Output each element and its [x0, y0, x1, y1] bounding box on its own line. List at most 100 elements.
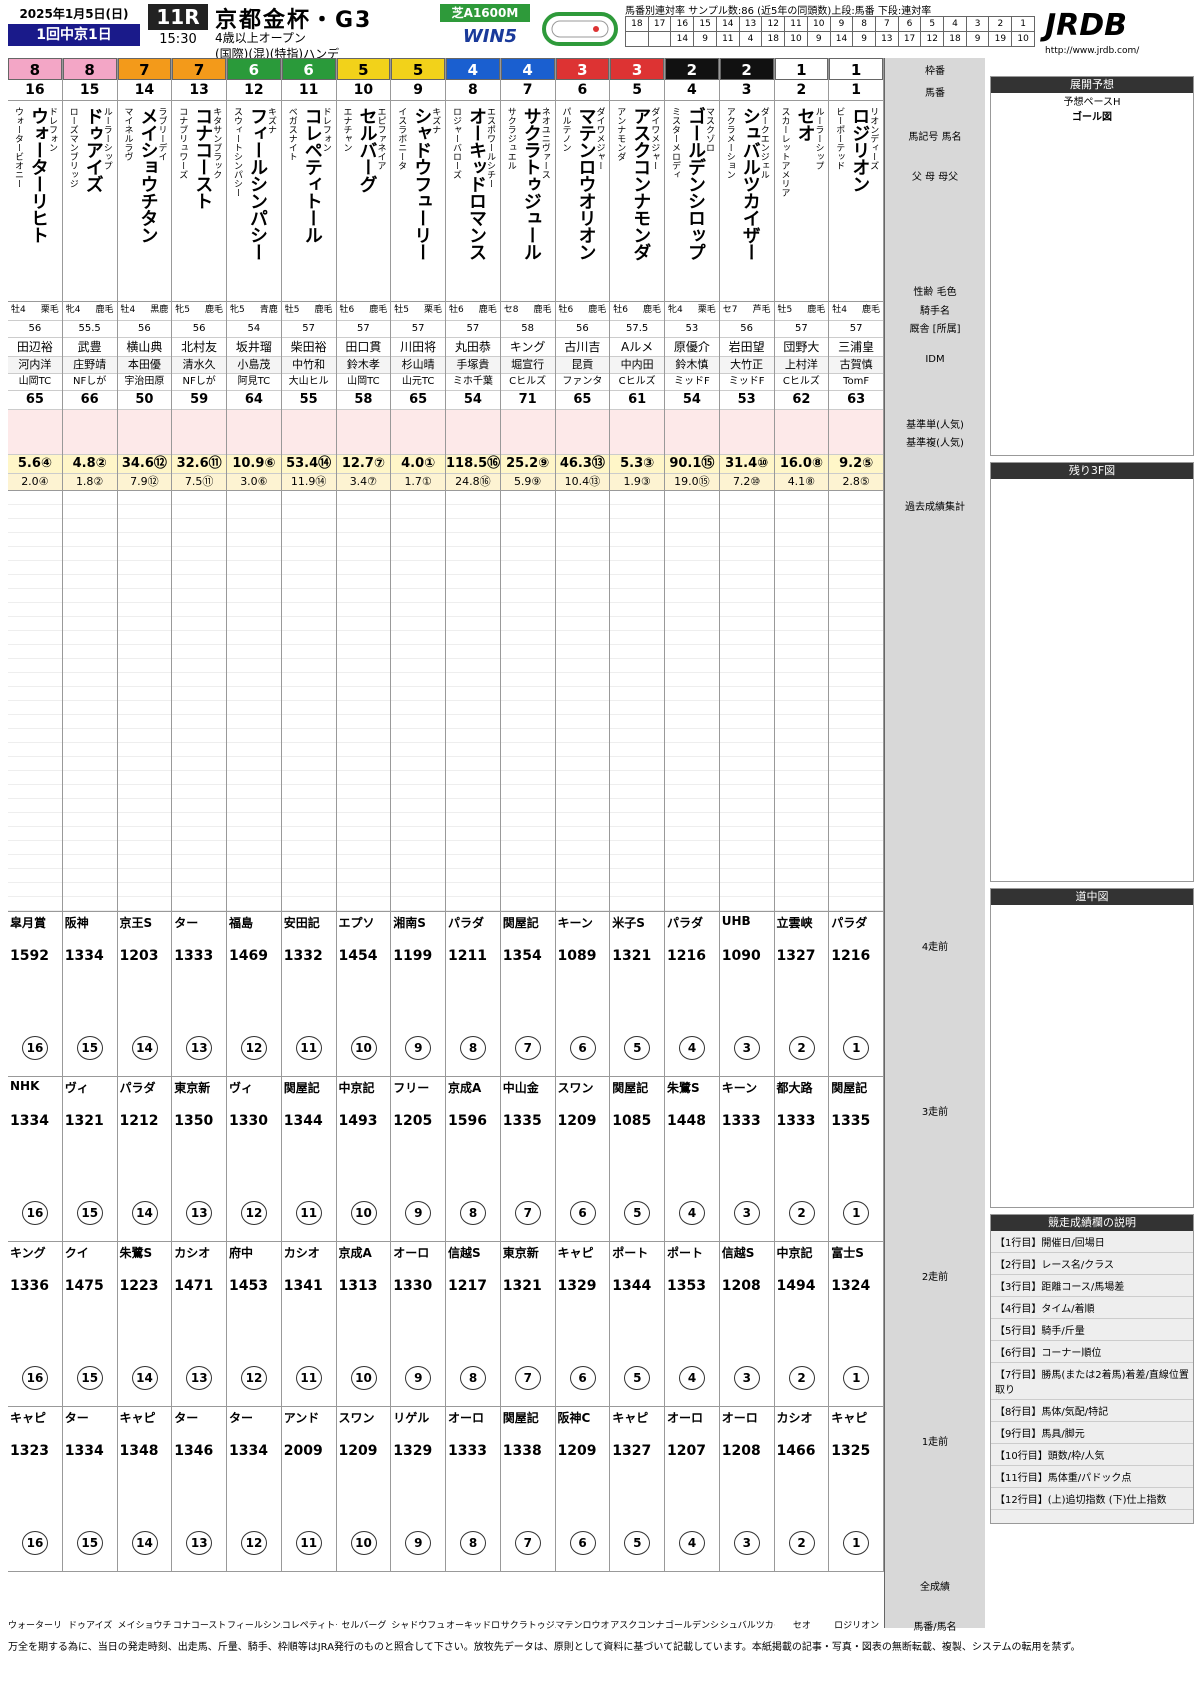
- jockey-name[interactable]: 川田将: [391, 338, 445, 357]
- jockey-name[interactable]: 柴田裕: [281, 338, 336, 357]
- sex-age: 牝4: [668, 305, 683, 315]
- past-stats-block: [62, 491, 117, 912]
- run-time: 1211: [448, 948, 487, 964]
- horse-name[interactable]: コナコースト: [189, 107, 215, 209]
- jockey-name[interactable]: 三浦皇: [829, 338, 883, 357]
- jockey-name[interactable]: 横山典: [117, 338, 172, 357]
- run-finish-badge: 1: [843, 1531, 870, 1555]
- base-odds-win: 46.3⑬: [555, 455, 610, 474]
- horse-name[interactable]: フィールシンパシー: [244, 107, 270, 260]
- horse-name[interactable]: シャドウフューリー: [408, 107, 434, 260]
- horse-name[interactable]: ロジリオン: [846, 107, 872, 192]
- horse-name[interactable]: ゴールデンシロップ: [682, 107, 708, 260]
- horse-name[interactable]: セルバーグ: [354, 107, 380, 192]
- horse-name[interactable]: アスクコンナモンダ: [627, 107, 653, 260]
- trainer-name[interactable]: 上村洋: [774, 357, 829, 374]
- jockey-name[interactable]: 武豊: [62, 338, 117, 357]
- run-race-name: 信越S: [448, 1246, 481, 1260]
- stats-rate-4: 18: [943, 31, 967, 47]
- label-run-2: 2走前: [921, 1272, 949, 1283]
- run-race-name: キーン: [557, 916, 593, 930]
- horse-name[interactable]: マテンロウオリオン: [573, 107, 599, 260]
- sex-age-row: 牝4 栗毛: [665, 302, 719, 321]
- run-finish-badge: 6: [569, 1036, 596, 1060]
- horse-name[interactable]: オーキッドロマンス: [463, 107, 489, 260]
- horse-name[interactable]: コレペティトール: [299, 107, 325, 243]
- jrdb-logo: JRDB: [1045, 8, 1128, 43]
- jockey-name[interactable]: 丸田恭: [446, 338, 500, 357]
- dam-sire-name: マイネルラヴ: [122, 107, 133, 161]
- run-time: 1344: [612, 1278, 652, 1294]
- trainer-name[interactable]: 小島茂: [227, 357, 281, 374]
- past-runs: パラダ 1216 4 朱鷺S 1448 4 ポート 1353 4 オーロ 120…: [665, 912, 719, 1572]
- jockey-name[interactable]: 田口貫: [336, 338, 391, 357]
- horse-name[interactable]: サクラトゥジュール: [518, 107, 544, 260]
- jockey-name[interactable]: 古川吉: [555, 338, 610, 357]
- past-run: キャピ 1325 1: [829, 1407, 883, 1572]
- run-finish-badge: 2: [788, 1366, 815, 1390]
- run-finish-badge: 12: [241, 1036, 267, 1060]
- sex-age: 牡4: [120, 305, 136, 315]
- run-finish-badge: 15: [76, 1036, 103, 1060]
- run-race-name: キーン: [721, 1081, 758, 1095]
- jockey-name[interactable]: 団野大: [774, 338, 829, 357]
- label-run-3: 3走前: [921, 1107, 949, 1118]
- sex-age-row: 牡6 鹿毛: [610, 302, 664, 321]
- past-stats-block: [774, 491, 829, 912]
- run-finish-badge: 9: [405, 1366, 432, 1390]
- trainer-name[interactable]: 手塚貴: [446, 357, 500, 374]
- jockey-name[interactable]: 岩田望: [719, 338, 774, 357]
- horse-number: 9: [391, 80, 445, 101]
- jockey-name[interactable]: 坂井瑠: [227, 338, 281, 357]
- run-time: 1203: [119, 948, 159, 964]
- jockey-name[interactable]: キング: [500, 338, 555, 357]
- horse-name[interactable]: メイショウチタン: [135, 107, 161, 243]
- run-race-name: 関屋記: [831, 1081, 868, 1095]
- jockey-name[interactable]: 田辺裕: [8, 338, 62, 357]
- run-finish-badge: 2: [788, 1201, 815, 1225]
- trainer-name[interactable]: 本田優: [117, 357, 172, 374]
- trainer-name[interactable]: 鈴木慎: [665, 357, 719, 374]
- run-finish-badge: 2: [788, 1531, 815, 1555]
- horse-name[interactable]: セオ: [792, 107, 818, 141]
- run-time: 1209: [557, 1113, 597, 1129]
- jockey-name[interactable]: 北村友: [172, 338, 226, 357]
- trainer-name[interactable]: 中内田: [610, 357, 664, 374]
- idm-value: 65: [8, 391, 62, 410]
- horse-name[interactable]: ドゥアイズ: [80, 107, 106, 192]
- waku-number: 3: [555, 58, 610, 80]
- trainer-name[interactable]: 庄野靖: [62, 357, 117, 374]
- horse-column: 3 6 ダイワメジャー マテンロウオリオン パルテノン 牡6 鹿毛 56 古川吉…: [555, 58, 611, 1572]
- past-stats-block: [665, 491, 719, 912]
- coat-color: 黒鹿: [150, 305, 169, 315]
- bottom-horse-name: コナコースト: [172, 1621, 227, 1631]
- coat-color: 鹿毛: [204, 305, 223, 315]
- jockey-name[interactable]: Aルメ: [610, 338, 664, 357]
- trainer-name[interactable]: 清水久: [172, 357, 226, 374]
- run-time: 1334: [64, 1443, 104, 1459]
- trainer-name[interactable]: 杉山晴: [391, 357, 445, 374]
- trainer-name[interactable]: 大竹正: [719, 357, 774, 374]
- trainer-name[interactable]: 河内洋: [8, 357, 62, 374]
- stats-rate-18: [625, 31, 649, 47]
- stats-post-2: 2: [988, 16, 1013, 32]
- site-url[interactable]: http://www.jrdb.com/: [1045, 46, 1195, 56]
- trainer-name[interactable]: 中竹和: [281, 357, 336, 374]
- prediction-marks: [610, 410, 664, 455]
- run-finish-badge: 1: [843, 1036, 870, 1060]
- horse-name[interactable]: ウォーターリヒト: [25, 107, 51, 243]
- trainer-name[interactable]: 堀宣行: [500, 357, 555, 374]
- trainer-name[interactable]: 古賀慎: [829, 357, 883, 374]
- run-race-name: 阪神C: [557, 1411, 591, 1425]
- base-odds-win: 4.0①: [391, 455, 445, 474]
- horse-column: 6 11 ドレフォン コレペティトール ベガスナイト 牡5 鹿毛 57 柴田裕 …: [281, 58, 337, 1572]
- trainer-name[interactable]: 昆貢: [555, 357, 610, 374]
- run-time: 1323: [10, 1443, 49, 1459]
- sex-age: 牝5: [230, 305, 245, 315]
- base-odds-win: 25.2⑨: [500, 455, 555, 474]
- past-run: エプソ 1454 10: [337, 912, 391, 1077]
- jockey-name[interactable]: 原優介: [665, 338, 719, 357]
- trainer-name[interactable]: 鈴木孝: [336, 357, 391, 374]
- horse-name[interactable]: シュバルツカイザー: [737, 107, 763, 260]
- stable-name: ミッドF: [665, 374, 719, 391]
